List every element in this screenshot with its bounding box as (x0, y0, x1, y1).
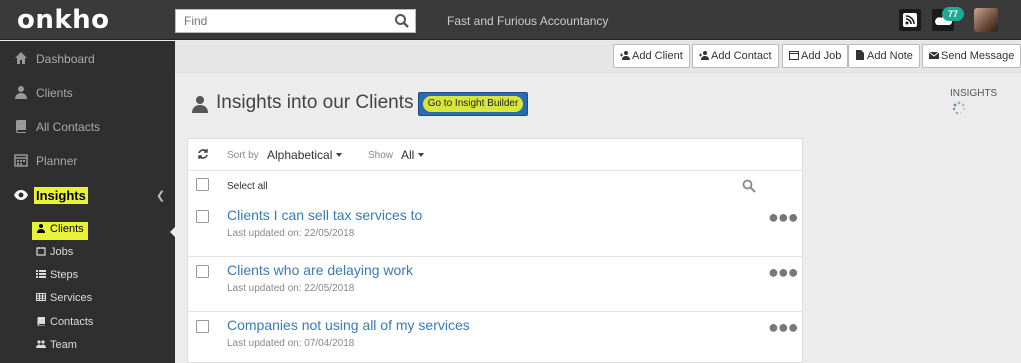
calendar-icon (789, 51, 799, 60)
more-options-icon[interactable]: ●●● (768, 262, 799, 283)
search-box[interactable] (175, 9, 416, 33)
sidebar-item-planner[interactable]: Planner (0, 143, 175, 177)
last-updated: Last updated on: 22/05/2018 (227, 228, 355, 239)
loading-spinner-icon (952, 101, 966, 115)
sort-value: Alphabetical (267, 148, 333, 162)
add-client-button[interactable]: Add Client (613, 44, 690, 68)
sidebar-item-all-contacts[interactable]: All Contacts (0, 109, 175, 143)
show-value: All (401, 148, 415, 162)
row-checkbox[interactable] (196, 320, 209, 333)
sidebar-item-label: Dashboard (36, 52, 95, 66)
sidebar-item-clients[interactable]: Clients (0, 75, 175, 109)
search-icon[interactable] (742, 179, 756, 193)
refresh-icon[interactable] (197, 148, 209, 160)
sidebar-subitem-contacts[interactable]: Contacts (36, 316, 93, 334)
jobs-icon (36, 247, 46, 256)
book-icon (37, 317, 45, 326)
sidebar-subitem-label: Steps (50, 269, 79, 281)
sidebar-item-label: Insights (34, 187, 88, 204)
envelope-icon (929, 51, 939, 59)
user-icon (37, 224, 45, 233)
more-options-icon[interactable]: ●●● (768, 207, 799, 228)
send-message-button[interactable]: Send Message (922, 44, 1021, 68)
user-plus-icon (620, 51, 630, 60)
table-icon (36, 293, 46, 301)
row-checkbox[interactable] (196, 210, 209, 223)
insight-title-link[interactable]: Companies not using all of my services (227, 317, 470, 333)
page-title: Insights into our Clients (192, 92, 414, 114)
notification-badge: 77 (942, 7, 964, 21)
insight-builder-label: Go to Insight Builder (423, 96, 523, 112)
sidebar: Dashboard Clients All Contacts Planner I… (0, 41, 175, 363)
page-title-text: Insights into our Clients (216, 92, 414, 113)
sidebar-item-label: Planner (36, 154, 78, 168)
search-icon[interactable] (394, 13, 410, 29)
rss-icon (903, 13, 917, 27)
add-job-label: Add Job (801, 50, 842, 62)
sidebar-item-label: Clients (36, 86, 73, 100)
caret-down-icon (418, 153, 425, 157)
search-input[interactable] (176, 10, 386, 32)
main-content: Insights into our Clients Go to Insight … (175, 73, 1021, 363)
user-plus-icon (699, 51, 709, 60)
sidebar-subitem-label: Services (50, 292, 93, 304)
book-icon (16, 120, 26, 133)
eye-icon (14, 190, 28, 200)
sidebar-subitem-team[interactable]: Team (36, 339, 77, 357)
sidebar-subitem-steps[interactable]: Steps (36, 269, 78, 287)
action-bar: Add Client Add Contact Add Job Add Note … (175, 41, 1021, 73)
top-bar: onkho Fast and Furious Accountancy 77 (0, 0, 1021, 40)
company-name: Fast and Furious Accountancy (447, 14, 609, 28)
sidebar-subitem-label: Jobs (50, 246, 74, 258)
insights-label: INSIGHTS (950, 88, 998, 99)
list-toolbar: Sort by Alphabetical Show All (188, 139, 802, 171)
user-icon (15, 86, 27, 99)
last-updated: Last updated on: 22/05/2018 (227, 283, 355, 294)
select-all-checkbox[interactable] (196, 178, 209, 191)
list-item[interactable]: Companies not using all of my services L… (188, 312, 802, 363)
sidebar-item-dashboard[interactable]: Dashboard (0, 41, 175, 75)
row-checkbox[interactable] (196, 265, 209, 278)
users-icon (36, 340, 46, 348)
add-contact-button[interactable]: Add Contact (692, 44, 779, 68)
user-avatar[interactable] (974, 8, 998, 32)
send-message-label: Send Message (941, 50, 1015, 62)
add-note-label: Add Note (867, 50, 913, 62)
sidebar-item-label: All Contacts (36, 120, 101, 134)
sidebar-subitem-label: Team (50, 339, 77, 351)
sidebar-subitem-clients[interactable]: Clients (32, 222, 88, 240)
sort-by-label: Sort by (227, 150, 259, 161)
sidebar-subitem-services[interactable]: Services (36, 292, 92, 310)
add-job-button[interactable]: Add Job (782, 44, 849, 68)
list-icon (36, 270, 46, 278)
last-updated: Last updated on: 07/04/2018 (227, 338, 355, 349)
chevron-left-icon[interactable]: ❮ (156, 189, 165, 202)
show-label: Show (368, 150, 394, 161)
show-dropdown[interactable]: All (401, 148, 425, 162)
insight-builder-button[interactable]: Go to Insight Builder (418, 92, 528, 116)
add-note-button[interactable]: Add Note (848, 44, 920, 68)
more-options-icon[interactable]: ●●● (768, 317, 799, 338)
add-client-label: Add Client (632, 50, 683, 62)
sidebar-subitem-label: Clients (50, 223, 84, 235)
note-icon (856, 50, 864, 60)
user-icon (192, 96, 208, 113)
sidebar-subitem-label: Contacts (50, 316, 94, 328)
insight-title-link[interactable]: Clients who are delaying work (227, 262, 413, 278)
insight-title-link[interactable]: Clients I can sell tax services to (227, 207, 422, 223)
insights-list-panel: Sort by Alphabetical Show All Select all… (187, 138, 803, 363)
sidebar-item-insights[interactable]: Insights ❮ (0, 178, 175, 212)
select-all-label: Select all (227, 181, 268, 192)
caret-down-icon (336, 153, 343, 157)
rss-button[interactable] (899, 9, 921, 31)
list-item[interactable]: Clients who are delaying work Last updat… (188, 257, 802, 312)
list-item[interactable]: Clients I can sell tax services to Last … (188, 202, 802, 257)
add-contact-label: Add Contact (711, 50, 772, 62)
sidebar-subitem-jobs[interactable]: Jobs (36, 246, 73, 264)
calendar-icon (14, 154, 28, 167)
home-icon (15, 52, 27, 64)
sort-dropdown[interactable]: Alphabetical (267, 148, 343, 162)
app-logo[interactable]: onkho (17, 5, 110, 35)
